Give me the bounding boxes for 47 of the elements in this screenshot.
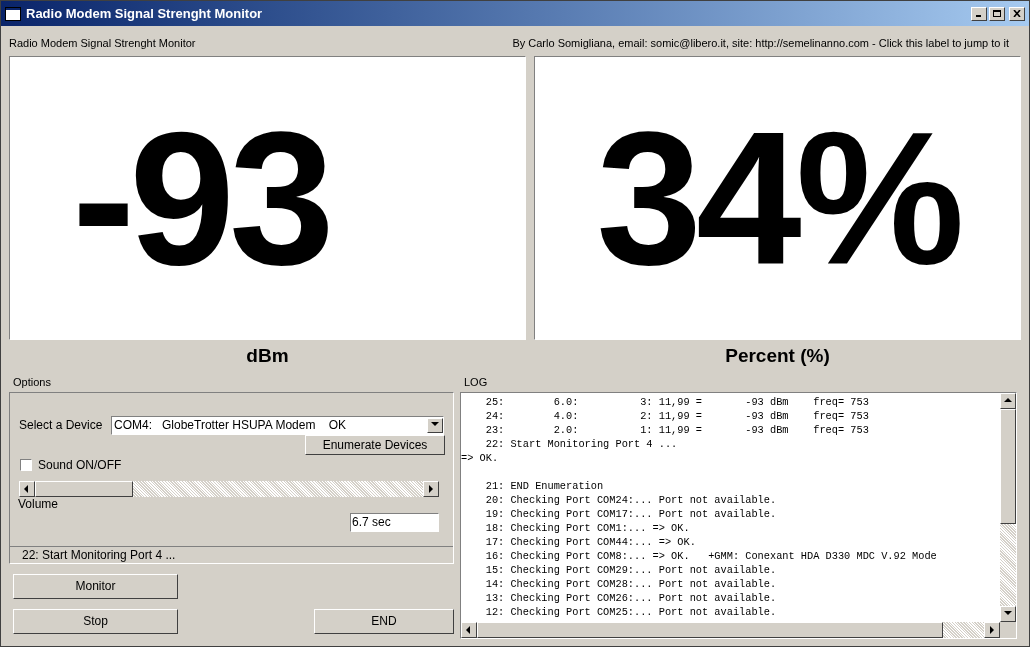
volume-thumb[interactable] — [35, 480, 133, 497]
log-line: 17: Checking Port COM44:... => OK. — [484, 534, 697, 549]
log-label: LOG — [464, 374, 489, 390]
log-line: 16: Checking Port COM8:... => OK. +GMM: Conexant HDA D330 MDC V.92 Mode — [484, 548, 938, 563]
horizontal-scrollbar[interactable] — [461, 621, 1016, 638]
scroll-right-icon[interactable] — [426, 483, 436, 494]
window-icon — [5, 6, 21, 21]
unit-label: Percent (%) — [725, 344, 830, 368]
stop-button[interactable]: Stop — [13, 608, 178, 634]
volume-label: Volume — [18, 496, 60, 511]
vertical-scrollbar[interactable] — [1000, 392, 1016, 622]
close-button[interactable] — [1009, 6, 1025, 21]
window-title: Radio Modem Signal Strenght Monitor — [26, 4, 264, 23]
scroll-right-icon[interactable] — [987, 624, 997, 635]
minimize-button[interactable] — [971, 6, 987, 21]
log-line: 23: 2.0: 1: 11,99 = -93 dBm freq= 753 — [484, 422, 870, 437]
app-label: Radio Modem Signal Strenght Monitor — [9, 36, 196, 51]
sound-checkbox[interactable] — [20, 458, 32, 471]
device-dropdown[interactable]: COM4: GlobeTrotter HSUPA Modem OK — [111, 415, 444, 435]
options-label: Options — [13, 374, 52, 390]
log-line: 15: Checking Port COM29:... Port not available. — [484, 562, 778, 577]
maximize-button[interactable] — [989, 6, 1005, 21]
device-label: Select a Device — [19, 417, 104, 434]
log-line: 20: Checking Port COM24:... Port not available. — [484, 492, 778, 507]
enumerate-devices-button[interactable]: Enumerate Devices — [305, 434, 445, 455]
log-line: 25: 6.0: 3: 11,99 = -93 dBm freq= 753 — [484, 394, 870, 409]
interval-field[interactable]: 6.7 sec — [350, 512, 439, 532]
log-line: 21: END Enumeration — [484, 478, 605, 493]
close-icon — [1013, 10, 1021, 17]
readout-value: 34% — [596, 103, 959, 293]
sound-label: Sound ON/OFF — [38, 456, 122, 474]
log-line: 18: Checking Port COM1:... => OK. — [484, 520, 691, 535]
maximize-icon — [993, 10, 1001, 17]
unit-label: dBm — [246, 344, 289, 368]
log-line: 14: Checking Port COM28:... Port not available. — [484, 576, 778, 591]
status-text: 22: Start Monitoring Port 4 ... — [22, 546, 176, 564]
log-line: 19: Checking Port COM17:... Port not available. — [484, 506, 778, 521]
log-line: 22: Start Monitoring Port 4 ... — [484, 436, 679, 451]
readout-value: -93 — [72, 103, 329, 293]
log-line: 24: 4.0: 2: 11,99 = -93 dBm freq= 753 — [484, 408, 870, 423]
end-button[interactable]: END — [314, 608, 454, 634]
log-line: 12: Checking Port COM25:... Port not available. — [484, 604, 778, 619]
monitor-button[interactable]: Monitor — [13, 573, 178, 599]
log-line: => OK. — [461, 450, 500, 465]
volume-slider[interactable] — [19, 480, 439, 497]
log-line: 13: Checking Port COM26:... Port not available. — [484, 590, 778, 605]
credits-link[interactable]: By Carlo Somigliana, email: somic@libero.it, site: http://semelinanno.com - Click this label to jump to it — [512, 35, 1009, 56]
